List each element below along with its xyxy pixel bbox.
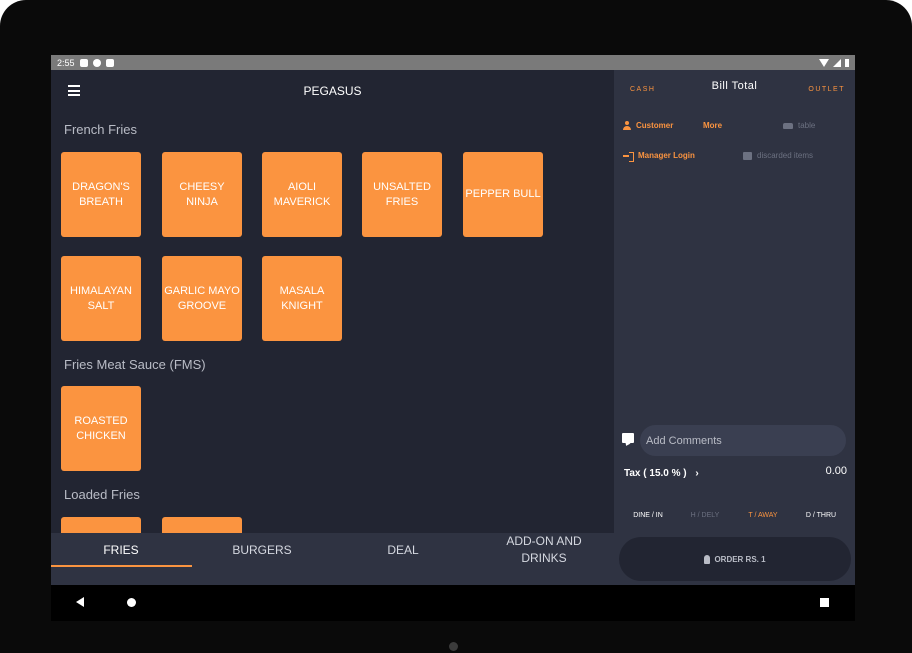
menu-item[interactable]	[61, 517, 141, 533]
navigation-bar	[51, 585, 855, 621]
section-title-loaded-fries: Loaded Fries	[64, 487, 140, 502]
menu-area: PEGASUS French Fries DRAGON'S BREATH CHE…	[51, 70, 614, 533]
more-button[interactable]: More	[703, 121, 722, 130]
tax-toggle[interactable]: Tax ( 15.0 % ) ›	[624, 468, 699, 479]
battery-icon	[845, 58, 849, 67]
menu-item-garlic-mayo-groove[interactable]: GARLIC MAYO GROOVE	[162, 256, 242, 341]
manager-login-label: Manager Login	[638, 151, 695, 160]
order-type-take-away[interactable]: T / AWAY	[733, 512, 793, 519]
order-button[interactable]: ORDER RS. 1	[619, 537, 851, 581]
app-bar: PEGASUS	[51, 70, 614, 114]
recents-icon[interactable]	[820, 598, 829, 607]
tab-fries[interactable]: FRIES	[51, 533, 191, 567]
order-type-dine-in[interactable]: DINE / IN	[618, 512, 678, 519]
add-comments-input[interactable]	[640, 425, 846, 456]
notification-icon	[92, 58, 101, 67]
screen: 2:55 PEGASUS French Fries DRAGON'S BREAT…	[51, 55, 855, 621]
back-icon[interactable]	[76, 597, 84, 607]
tab-burgers[interactable]: BURGERS	[192, 533, 332, 567]
tablet-frame: 2:55 PEGASUS French Fries DRAGON'S BREAT…	[0, 0, 912, 653]
discarded-items-button[interactable]: discarded items	[743, 151, 813, 160]
manager-login-button[interactable]: Manager Login	[623, 151, 695, 162]
customer-button[interactable]: Customer	[623, 121, 673, 130]
camera-icon	[449, 642, 458, 651]
menu-item-dragons-breath[interactable]: DRAGON'S BREATH	[61, 152, 141, 237]
table-button[interactable]: table	[783, 121, 815, 130]
order-type-drive-thru[interactable]: D / THRU	[791, 512, 851, 519]
menu-item-roasted-chicken[interactable]: ROASTED CHICKEN	[61, 386, 141, 471]
order-button-label: ORDER RS. 1	[714, 554, 766, 564]
category-tabs: FRIES BURGERS DEAL ADD-ON AND DRINKS	[51, 533, 614, 585]
menu-item-masala-knight[interactable]: MASALA KNIGHT	[262, 256, 342, 341]
menu-item-pepper-bull[interactable]: PEPPER BULL	[463, 152, 543, 237]
tax-value: 0.00	[825, 465, 847, 477]
menu-item-cheesy-ninja[interactable]: CHEESY NINJA	[162, 152, 242, 237]
wifi-icon	[819, 58, 829, 67]
outlet-label[interactable]: OUTLET	[808, 86, 845, 93]
comment-icon	[622, 433, 634, 443]
login-icon	[623, 151, 634, 162]
menu-item[interactable]	[162, 517, 242, 533]
notification-icon	[105, 58, 114, 67]
menu-item-aioli-maverick[interactable]: AIOLI MAVERICK	[262, 152, 342, 237]
bill-panel: CASH Bill Total OUTLET Customer More tab…	[614, 70, 855, 585]
notification-icon	[79, 58, 88, 67]
tab-deal[interactable]: DEAL	[333, 533, 473, 567]
chevron-right-icon: ›	[695, 468, 699, 479]
person-icon	[623, 121, 631, 130]
table-label: table	[798, 121, 816, 130]
discarded-items-label: discarded items	[757, 151, 814, 160]
status-bar: 2:55	[51, 55, 855, 70]
order-type-home-delivery[interactable]: H / DELY	[675, 512, 735, 519]
active-tab-indicator	[51, 565, 192, 567]
tax-label: Tax ( 15.0 % )	[624, 468, 687, 479]
section-title-fms: Fries Meat Sauce (FMS)	[64, 357, 206, 372]
menu-item-unsalted-fries[interactable]: UNSALTED FRIES	[362, 152, 442, 237]
sofa-icon	[783, 122, 793, 129]
status-time: 2:55	[57, 57, 75, 68]
section-title-french-fries: French Fries	[64, 122, 137, 137]
tab-add-on-and-drinks[interactable]: ADD-ON AND DRINKS	[474, 533, 614, 567]
app-title: PEGASUS	[303, 84, 362, 98]
signal-icon	[833, 58, 841, 67]
menu-item-himalayan-salt[interactable]: HIMALAYAN SALT	[61, 256, 141, 341]
discard-icon	[743, 151, 752, 160]
hand-pointer-icon	[704, 554, 711, 564]
home-icon[interactable]	[127, 598, 136, 607]
customer-label: Customer	[636, 121, 674, 130]
